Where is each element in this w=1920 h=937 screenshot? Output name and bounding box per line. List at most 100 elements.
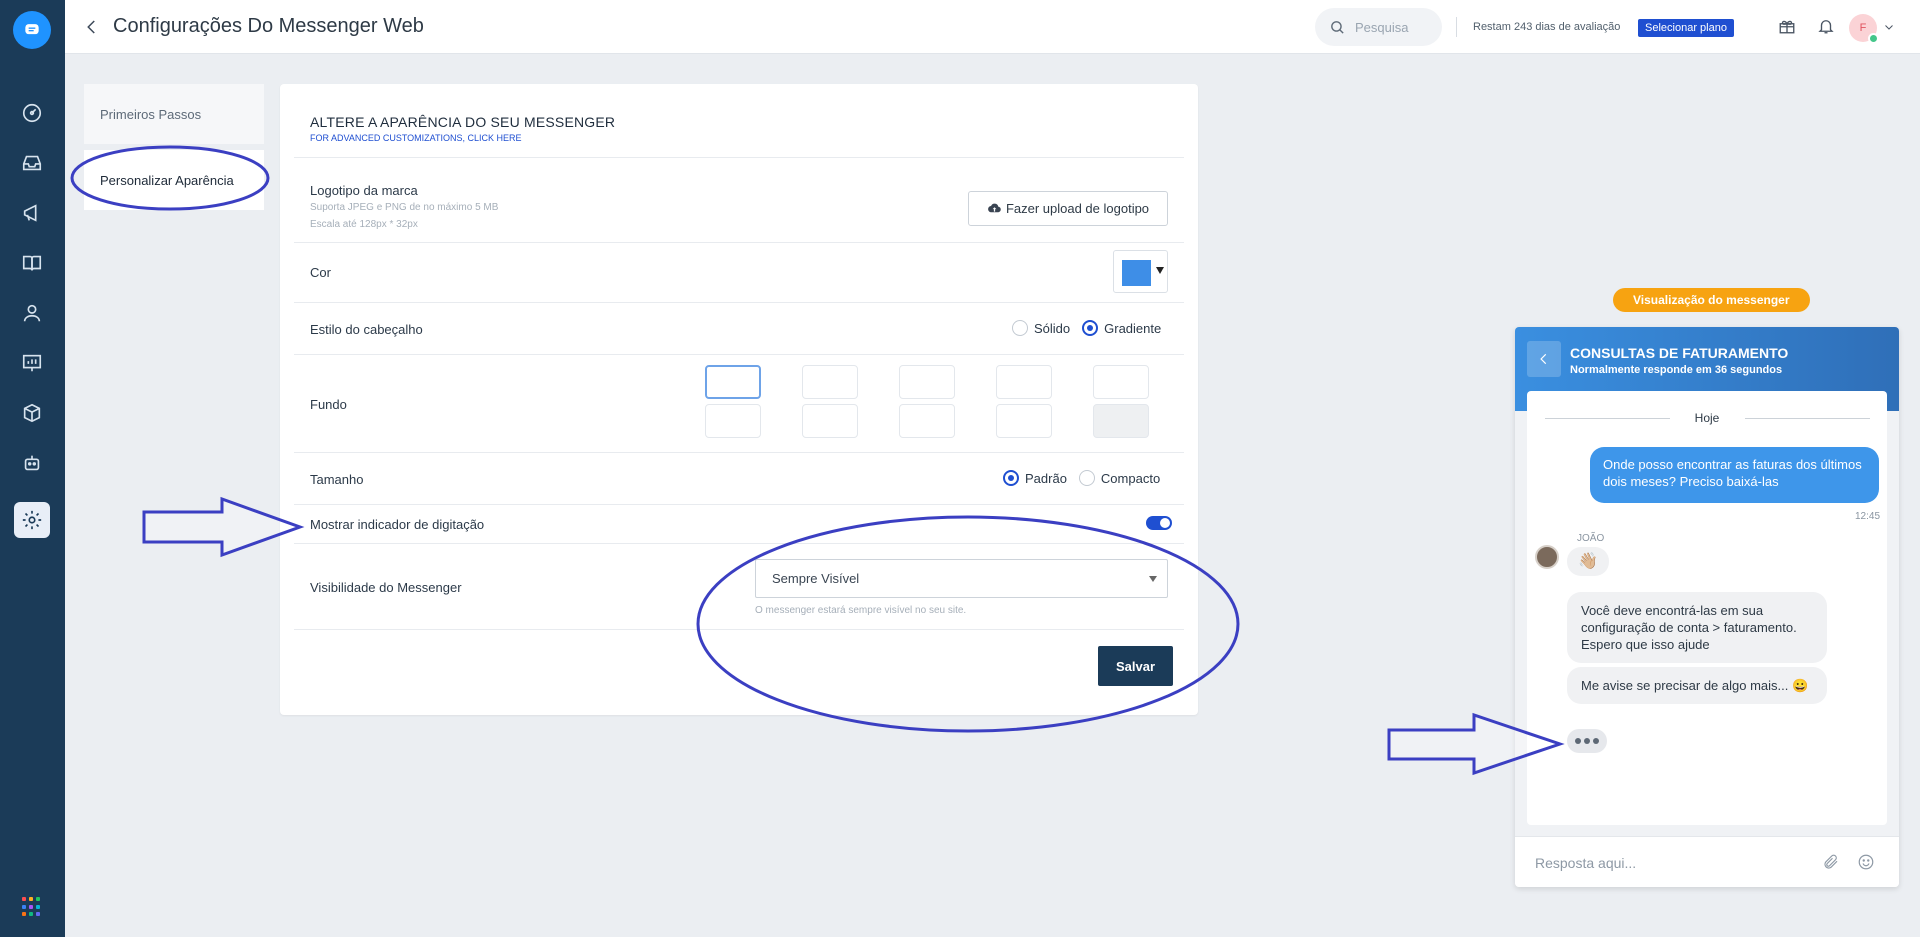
typing-indicator-toggle[interactable]	[1146, 516, 1172, 530]
divider	[294, 452, 1184, 453]
messenger-preview: CONSULTAS DE FATURAMENTO Normalmente res…	[1515, 327, 1899, 887]
logo-hint-format: Suporta JPEG e PNG de no máximo 5 MB	[310, 202, 499, 213]
typing-indicator	[1567, 729, 1607, 753]
caret-down-icon	[1149, 576, 1157, 582]
radio-standard-indicator	[1003, 470, 1019, 486]
back-arrow-icon[interactable]	[1527, 341, 1561, 377]
upload-logo-label: Fazer upload de logotipo	[1005, 201, 1150, 216]
divider	[294, 354, 1184, 355]
incoming-message-wave: 👋🏼	[1567, 547, 1609, 576]
incoming-message: Você deve encontrá-las em sua configuraç…	[1567, 592, 1827, 663]
messenger-title: CONSULTAS DE FATURAMENTO	[1570, 345, 1789, 361]
chatwoot-logo-icon[interactable]	[13, 11, 51, 49]
settings-icon[interactable]	[14, 502, 50, 538]
visibility-hint: O messenger estará sempre visível no seu…	[755, 605, 967, 616]
contacts-icon[interactable]	[14, 295, 50, 331]
knowledge-base-icon[interactable]	[14, 245, 50, 281]
page-title: Configurações Do Messenger Web	[113, 15, 424, 37]
reports-icon[interactable]	[14, 345, 50, 381]
visibility-select[interactable]: Sempre Visível	[755, 559, 1168, 598]
visibility-select-value: Sempre Visível	[772, 571, 860, 586]
divider	[294, 157, 1184, 158]
card-title: ALTERE A APARÊNCIA DO SEU MESSENGER	[310, 114, 616, 130]
color-picker[interactable]	[1113, 250, 1168, 293]
radio-standard[interactable]: Padrão	[1003, 470, 1067, 486]
background-option[interactable]	[996, 404, 1052, 438]
divider	[294, 543, 1184, 544]
header-style-label: Estilo do cabeçalho	[310, 322, 423, 337]
background-option[interactable]	[899, 404, 955, 438]
background-option[interactable]	[802, 365, 858, 399]
background-option[interactable]	[802, 404, 858, 438]
background-label: Fundo	[310, 397, 347, 412]
messenger-preview-badge: Visualização do messenger	[1613, 288, 1810, 312]
radio-compact-indicator	[1078, 470, 1095, 486]
dashboard-icon[interactable]	[14, 95, 50, 131]
reply-box[interactable]: Resposta aqui...	[1515, 836, 1899, 887]
chevron-down-icon[interactable]	[1883, 20, 1895, 32]
color-label: Cor	[310, 265, 331, 280]
radio-solid[interactable]: Sólido	[1012, 320, 1070, 336]
submenu-item-primeiros-passos[interactable]: Primeiros Passos	[84, 84, 264, 144]
day-label: Hoje	[1694, 411, 1720, 425]
appearance-card: ALTERE A APARÊNCIA DO SEU MESSENGER FOR …	[280, 84, 1198, 715]
annotation-arrow	[142, 496, 305, 558]
radio-compact[interactable]: Compacto	[1078, 470, 1161, 486]
card-header: ALTERE A APARÊNCIA DO SEU MESSENGER FOR …	[310, 114, 615, 143]
search-input[interactable]: Pesquisa	[1315, 8, 1442, 46]
radio-gradient-indicator	[1082, 320, 1099, 336]
attachment-icon[interactable]	[1822, 853, 1840, 871]
day-divider-line	[1545, 418, 1670, 419]
agent-avatar	[1535, 545, 1559, 569]
campaigns-icon[interactable]	[14, 195, 50, 231]
background-option[interactable]	[705, 404, 761, 438]
left-sidebar	[0, 0, 65, 937]
gift-icon[interactable]	[1776, 15, 1798, 37]
background-option[interactable]	[996, 365, 1052, 399]
inbox-icon[interactable]	[14, 145, 50, 181]
background-option[interactable]	[1093, 404, 1149, 438]
logo-hint-scale: Escala até 128px * 32px	[310, 219, 418, 230]
integrations-icon[interactable]	[14, 395, 50, 431]
incoming-message: Me avise se precisar de algo mais... 😀	[1567, 667, 1827, 704]
emoji-icon[interactable]	[1857, 853, 1875, 871]
divider	[1456, 17, 1457, 37]
advanced-customizations-link[interactable]: FOR ADVANCED CUSTOMIZATIONS, CLICK HERE	[310, 133, 615, 143]
trial-text: Restam 243 dias de avaliação	[1473, 21, 1621, 33]
online-status-icon	[1868, 33, 1879, 44]
submenu-item-personalizar-aparencia[interactable]: Personalizar Aparência	[84, 150, 264, 210]
radio-standard-label: Padrão	[1025, 470, 1067, 486]
header-style-radio-group: Sólido Gradiente	[1012, 320, 1173, 336]
divider	[294, 242, 1184, 243]
radio-solid-indicator	[1012, 320, 1028, 336]
divider	[294, 629, 1184, 630]
logo-label: Logotipo da marca	[310, 183, 418, 198]
avatar-initial: F	[1859, 22, 1867, 34]
messenger-subtitle: Normalmente responde em 36 segundos	[1570, 364, 1783, 376]
apps-grid-icon[interactable]	[22, 897, 42, 917]
radio-compact-label: Compacto	[1100, 470, 1161, 486]
reply-placeholder: Resposta aqui...	[1535, 855, 1637, 871]
search-placeholder: Pesquisa	[1355, 19, 1409, 35]
radio-solid-label: Sólido	[1034, 320, 1071, 336]
upload-logo-button[interactable]: Fazer upload de logotipo	[968, 191, 1168, 226]
settings-submenu: Primeiros Passos Personalizar Aparência	[84, 84, 264, 210]
select-plan-button[interactable]: Selecionar plano	[1638, 19, 1734, 37]
radio-gradient[interactable]: Gradiente	[1082, 320, 1161, 336]
background-option[interactable]	[1093, 365, 1149, 399]
outgoing-message: Onde posso encontrar as faturas dos últi…	[1590, 447, 1879, 503]
search-icon	[1331, 20, 1344, 34]
background-option[interactable]	[899, 365, 955, 399]
save-button[interactable]: Salvar	[1098, 646, 1173, 686]
typing-indicator-label: Mostrar indicador de digitação	[310, 517, 485, 532]
caret-down-icon	[1156, 267, 1164, 274]
bell-icon[interactable]	[1815, 15, 1837, 37]
back-arrow-icon[interactable]	[81, 16, 103, 38]
divider	[294, 302, 1184, 303]
background-option[interactable]	[705, 365, 761, 399]
message-time: 12:45	[1855, 511, 1881, 522]
radio-gradient-label: Gradiente	[1104, 320, 1162, 336]
avatar[interactable]: F	[1849, 14, 1879, 44]
size-radio-group: Padrão Compacto	[1003, 470, 1172, 486]
bot-icon[interactable]	[14, 445, 50, 481]
